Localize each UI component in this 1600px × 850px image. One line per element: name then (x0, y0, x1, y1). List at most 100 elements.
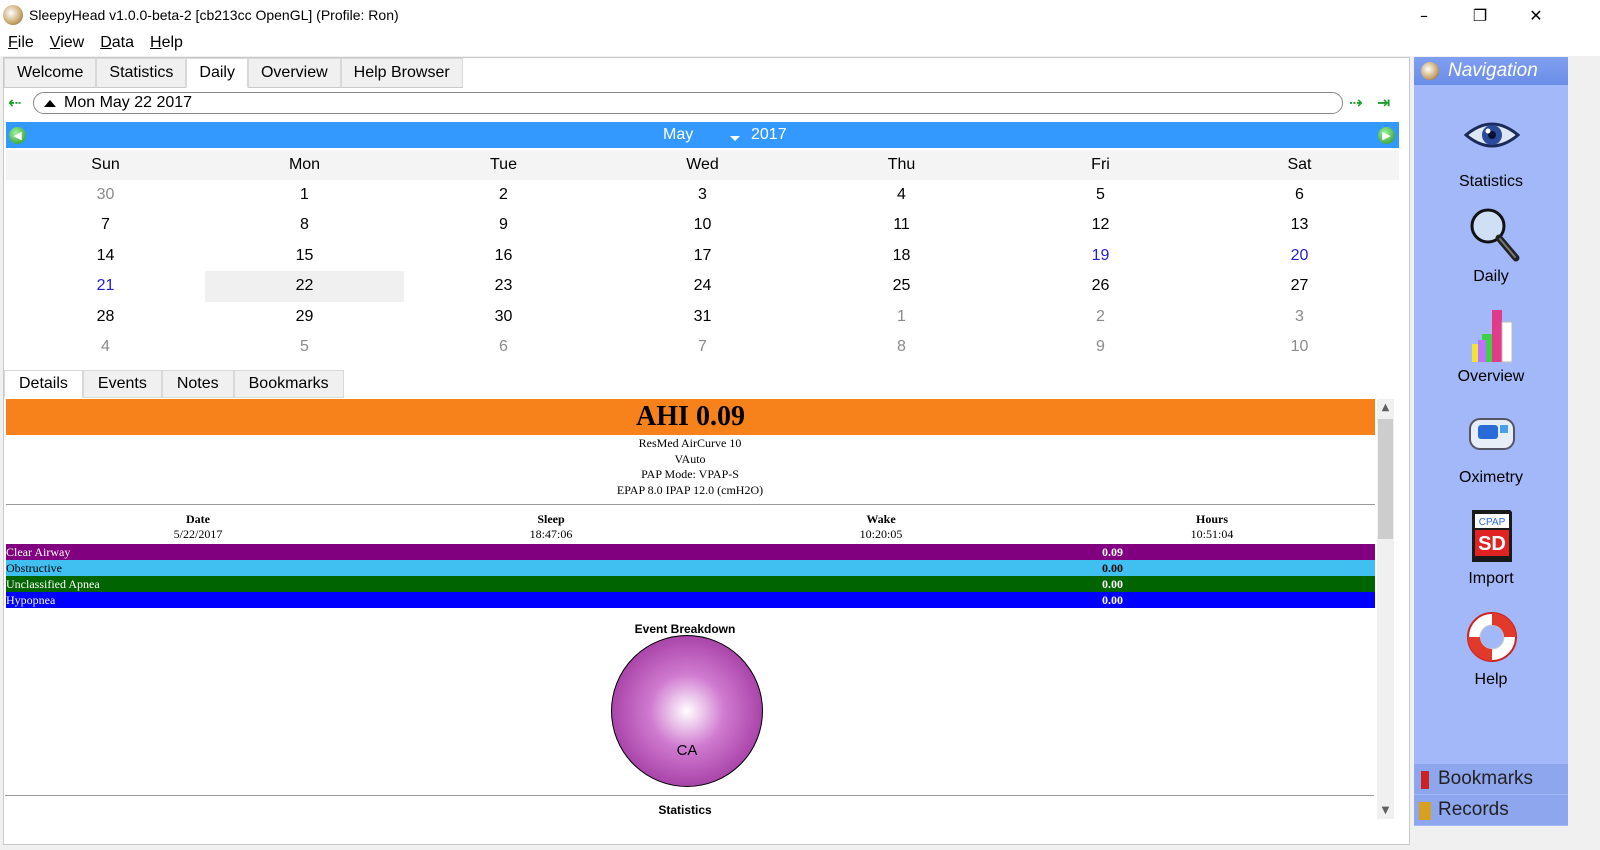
tab-bookmarks[interactable]: Bookmarks (233, 370, 344, 398)
calendar-day[interactable]: 7 (6, 210, 205, 240)
tab-statistics[interactable]: Statistics (96, 58, 187, 88)
calendar-day[interactable]: 6 (404, 332, 603, 362)
nav-item-oximetry[interactable]: Oximetry (1414, 405, 1568, 501)
nav-label: Help (1474, 671, 1508, 688)
calendar-day-selected[interactable]: 22 (205, 271, 404, 302)
calendar-day[interactable]: 2 (1001, 302, 1200, 332)
scroll-up-icon[interactable]: ▲ (1377, 399, 1394, 416)
minimize-button[interactable]: – (1396, 0, 1452, 30)
calendar-day[interactable]: 6 (1200, 180, 1399, 210)
nav-item-overview[interactable]: Overview (1414, 304, 1568, 400)
month-dropdown-icon[interactable] (730, 136, 740, 141)
last-day-arrow-icon[interactable]: ⇥ (1377, 93, 1390, 112)
tab-welcome[interactable]: Welcome (4, 58, 97, 88)
calendar-week: 14 15 16 17 18 19 20 (6, 241, 1399, 271)
calendar-day[interactable]: 9 (404, 210, 603, 240)
scroll-down-icon[interactable]: ▼ (1377, 802, 1394, 819)
calendar-day[interactable]: 8 (802, 332, 1001, 362)
import-badge-sd: SD (1478, 533, 1506, 555)
tab-events[interactable]: Events (82, 370, 162, 398)
calendar-day[interactable]: 31 (603, 302, 802, 332)
close-button[interactable]: ✕ (1508, 0, 1564, 30)
menu-help[interactable]: Help (142, 34, 191, 52)
weekday-row: Sun Mon Tue Wed Thu Fri Sat (6, 150, 1399, 180)
calendar-day[interactable]: 10 (603, 210, 802, 240)
calendar-day[interactable]: 24 (603, 271, 802, 301)
calendar-day[interactable]: 20 (1200, 241, 1399, 271)
menu-file[interactable]: File (0, 34, 42, 52)
calendar-month[interactable]: May (663, 126, 693, 144)
event-row-obstructive[interactable]: Obstructive 0.00 (6, 560, 1375, 576)
calendar-day[interactable]: 14 (6, 241, 205, 271)
calendar-day[interactable]: 15 (205, 241, 404, 271)
next-day-arrow-icon[interactable]: ⇢ (1349, 93, 1362, 112)
bookmark-icon (1421, 771, 1429, 789)
next-month-icon[interactable]: ▶ (1378, 127, 1395, 144)
calendar-day[interactable]: 19 (1001, 241, 1200, 271)
calendar-day[interactable]: 17 (603, 241, 802, 271)
event-row-unclassified-apnea[interactable]: Unclassified Apnea 0.00 (6, 576, 1375, 592)
calendar-day[interactable]: 12 (1001, 210, 1200, 240)
calendar-day[interactable]: 1 (205, 180, 404, 210)
device-info: ResMed AirCurve 10 VAuto PAP Mode: VPAP-… (5, 436, 1375, 498)
calendar-day[interactable]: 30 (6, 180, 205, 210)
details-scrollbar[interactable]: ▲ ▼ (1377, 399, 1394, 819)
calendar-day[interactable]: 4 (802, 180, 1001, 210)
calendar-day[interactable]: 8 (205, 210, 404, 240)
tab-notes[interactable]: Notes (161, 370, 234, 398)
calendar-day[interactable]: 23 (404, 271, 603, 301)
calendar-day[interactable]: 21 (6, 271, 205, 301)
prev-month-icon[interactable]: ◀ (9, 127, 26, 144)
calendar-year[interactable]: 2017 (751, 126, 787, 144)
calendar-day[interactable]: 10 (1200, 332, 1399, 362)
calendar-day[interactable]: 27 (1200, 271, 1399, 301)
nav-item-import[interactable]: CPAP SD Import (1414, 506, 1568, 602)
tab-overview[interactable]: Overview (247, 58, 341, 88)
maximize-button[interactable]: ❐ (1452, 0, 1508, 30)
event-row-clear-airway[interactable]: Clear Airway 0.09 (6, 544, 1375, 560)
calendar-day[interactable]: 26 (1001, 271, 1200, 301)
date-combo[interactable]: Mon May 22 2017 (33, 92, 1343, 114)
calendar-day[interactable]: 18 (802, 241, 1001, 271)
calendar-day[interactable]: 25 (802, 271, 1001, 301)
oximeter-icon (1469, 418, 1515, 450)
navigation-panel: Navigation Statistics Daily Overview Oxi… (1414, 57, 1568, 826)
calendar-day[interactable]: 3 (603, 180, 802, 210)
scroll-thumb[interactable] (1378, 419, 1393, 539)
calendar-day[interactable]: 9 (1001, 332, 1200, 362)
nav-item-statistics[interactable]: Statistics (1414, 109, 1568, 205)
summary-wake: Wake 10:20:05 (859, 512, 903, 541)
menu-data[interactable]: Data (92, 34, 142, 52)
calendar-day[interactable]: 5 (205, 332, 404, 362)
tab-help-browser[interactable]: Help Browser (340, 58, 463, 88)
navigation-header[interactable]: Navigation (1414, 57, 1568, 85)
menu-view[interactable]: View (42, 34, 92, 52)
calendar-day[interactable]: 13 (1200, 210, 1399, 240)
collapse-calendar-icon[interactable] (44, 99, 56, 107)
calendar-day[interactable]: 2 (404, 180, 603, 210)
records-label: Records (1438, 799, 1509, 820)
calendar-day[interactable]: 30 (404, 302, 603, 332)
bookmarks-section[interactable]: Bookmarks (1414, 764, 1568, 794)
calendar-day[interactable]: 4 (6, 332, 205, 362)
calendar-grid: Sun Mon Tue Wed Thu Fri Sat 30 1 2 3 4 5… (6, 150, 1399, 362)
calendar-day[interactable]: 16 (404, 241, 603, 271)
calendar-day[interactable]: 29 (205, 302, 404, 332)
calendar-day[interactable]: 7 (603, 332, 802, 362)
calendar-day[interactable]: 5 (1001, 180, 1200, 210)
tab-details[interactable]: Details (4, 370, 83, 398)
prev-day-arrow-icon[interactable]: ⇠ (8, 93, 21, 112)
calendar-day[interactable]: 3 (1200, 302, 1399, 332)
weekday-label: Sun (91, 156, 120, 173)
records-section[interactable]: Records (1414, 795, 1568, 825)
event-row-hypopnea[interactable]: Hypopnea 0.00 (6, 592, 1375, 608)
tab-daily[interactable]: Daily (186, 58, 248, 88)
calendar-day[interactable]: 11 (802, 210, 1001, 240)
nav-item-help[interactable]: Help (1414, 607, 1568, 703)
sd-card-icon: CPAP SD (1472, 510, 1512, 562)
calendar-day[interactable]: 1 (802, 302, 1001, 332)
trophy-icon (1419, 802, 1431, 820)
calendar-day[interactable]: 28 (6, 302, 205, 332)
nav-item-daily[interactable]: Daily (1414, 204, 1568, 300)
sleepyhead-icon (1421, 62, 1439, 80)
